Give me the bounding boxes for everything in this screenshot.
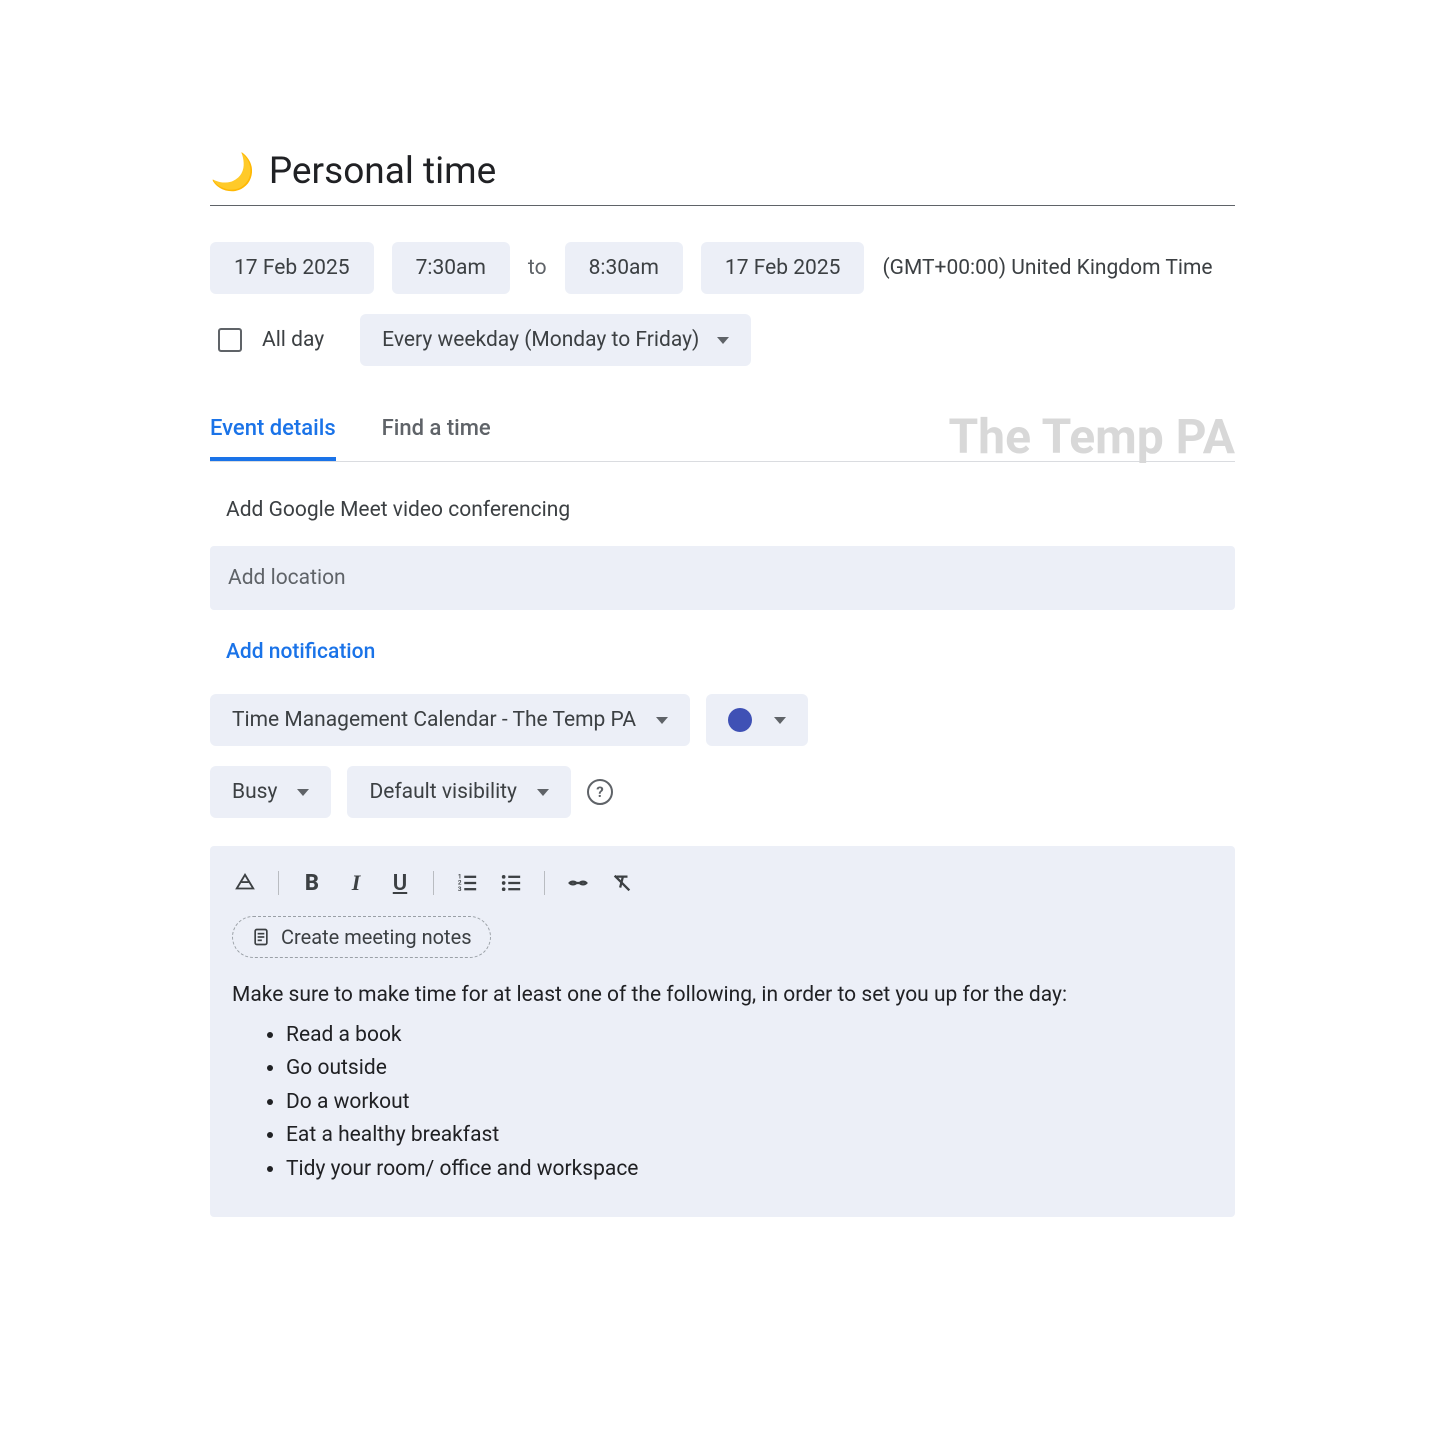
availability-select[interactable]: Busy xyxy=(210,766,331,818)
location-input[interactable]: Add location xyxy=(210,546,1235,610)
recurrence-label: Every weekday (Monday to Friday) xyxy=(382,328,699,352)
list-item: Go outside xyxy=(286,1053,1213,1085)
tab-event-details[interactable]: Event details xyxy=(210,416,336,461)
availability-label: Busy xyxy=(232,780,277,804)
list-item: Do a workout xyxy=(286,1087,1213,1119)
all-day-label: All day xyxy=(262,328,324,352)
description-list: Read a book Go outside Do a workout Eat … xyxy=(232,1020,1213,1186)
event-title-input[interactable]: Personal time xyxy=(269,150,496,193)
end-time-picker[interactable]: 8:30am xyxy=(565,242,683,294)
event-title-row: 🌙 Personal time xyxy=(210,150,1235,206)
link-icon[interactable] xyxy=(567,872,589,894)
color-swatch-icon xyxy=(728,708,752,732)
attach-drive-icon[interactable] xyxy=(234,872,256,894)
numbered-list-icon[interactable]: 123 xyxy=(456,872,478,894)
chevron-down-icon xyxy=(297,789,309,796)
event-color-select[interactable] xyxy=(706,694,808,746)
date-time-row: 17 Feb 2025 7:30am to 8:30am 17 Feb 2025… xyxy=(210,242,1235,294)
underline-icon[interactable]: U xyxy=(389,871,411,896)
end-date-picker[interactable]: 17 Feb 2025 xyxy=(701,242,865,294)
chevron-down-icon xyxy=(774,717,786,724)
toolbar-separator xyxy=(544,871,545,895)
bulleted-list-icon[interactable] xyxy=(500,872,522,894)
toolbar-separator xyxy=(433,871,434,895)
description-editor[interactable]: B I U 123 Create me xyxy=(210,846,1235,1217)
italic-icon[interactable]: I xyxy=(345,870,367,896)
svg-text:3: 3 xyxy=(458,885,462,893)
all-day-checkbox[interactable] xyxy=(218,328,242,352)
visibility-select[interactable]: Default visibility xyxy=(347,766,571,818)
create-meeting-notes-button[interactable]: Create meeting notes xyxy=(232,916,491,958)
tab-find-a-time[interactable]: Find a time xyxy=(382,416,491,461)
clear-formatting-icon[interactable] xyxy=(611,872,633,894)
chevron-down-icon xyxy=(656,717,668,724)
document-icon xyxy=(251,927,271,947)
availability-row: Busy Default visibility ? xyxy=(210,766,1235,818)
start-time-picker[interactable]: 7:30am xyxy=(392,242,510,294)
watermark-text: The Temp PA xyxy=(948,408,1235,465)
calendar-select-label: Time Management Calendar - The Temp PA xyxy=(232,708,636,732)
calendar-row: Time Management Calendar - The Temp PA xyxy=(210,694,1235,746)
chevron-down-icon xyxy=(717,337,729,344)
to-label: to xyxy=(528,256,547,280)
list-item: Eat a healthy breakfast xyxy=(286,1120,1213,1152)
list-item: Read a book xyxy=(286,1020,1213,1052)
description-intro: Make sure to make time for at least one … xyxy=(232,980,1213,1012)
moon-icon[interactable]: 🌙 xyxy=(210,151,255,193)
description-toolbar: B I U 123 xyxy=(232,864,1213,914)
event-details-section: Add Google Meet video conferencing Add l… xyxy=(210,498,1235,1217)
bold-icon[interactable]: B xyxy=(301,871,323,896)
visibility-help-icon[interactable]: ? xyxy=(587,779,613,805)
add-google-meet-button[interactable]: Add Google Meet video conferencing xyxy=(210,498,1235,522)
timezone-button[interactable]: (GMT+00:00) United Kingdom Time xyxy=(882,256,1212,280)
chevron-down-icon xyxy=(537,789,549,796)
allday-row: All day Every weekday (Monday to Friday) xyxy=(210,314,1235,366)
calendar-select[interactable]: Time Management Calendar - The Temp PA xyxy=(210,694,690,746)
create-meeting-notes-label: Create meeting notes xyxy=(281,925,472,949)
add-notification-button[interactable]: Add notification xyxy=(210,640,1235,664)
tabs-row: Event details Find a time The Temp PA xyxy=(210,416,1235,462)
toolbar-separator xyxy=(278,871,279,895)
list-item: Tidy your room/ office and workspace xyxy=(286,1154,1213,1186)
visibility-label: Default visibility xyxy=(369,780,517,804)
description-content[interactable]: Make sure to make time for at least one … xyxy=(232,980,1213,1185)
recurrence-select[interactable]: Every weekday (Monday to Friday) xyxy=(360,314,751,366)
start-date-picker[interactable]: 17 Feb 2025 xyxy=(210,242,374,294)
